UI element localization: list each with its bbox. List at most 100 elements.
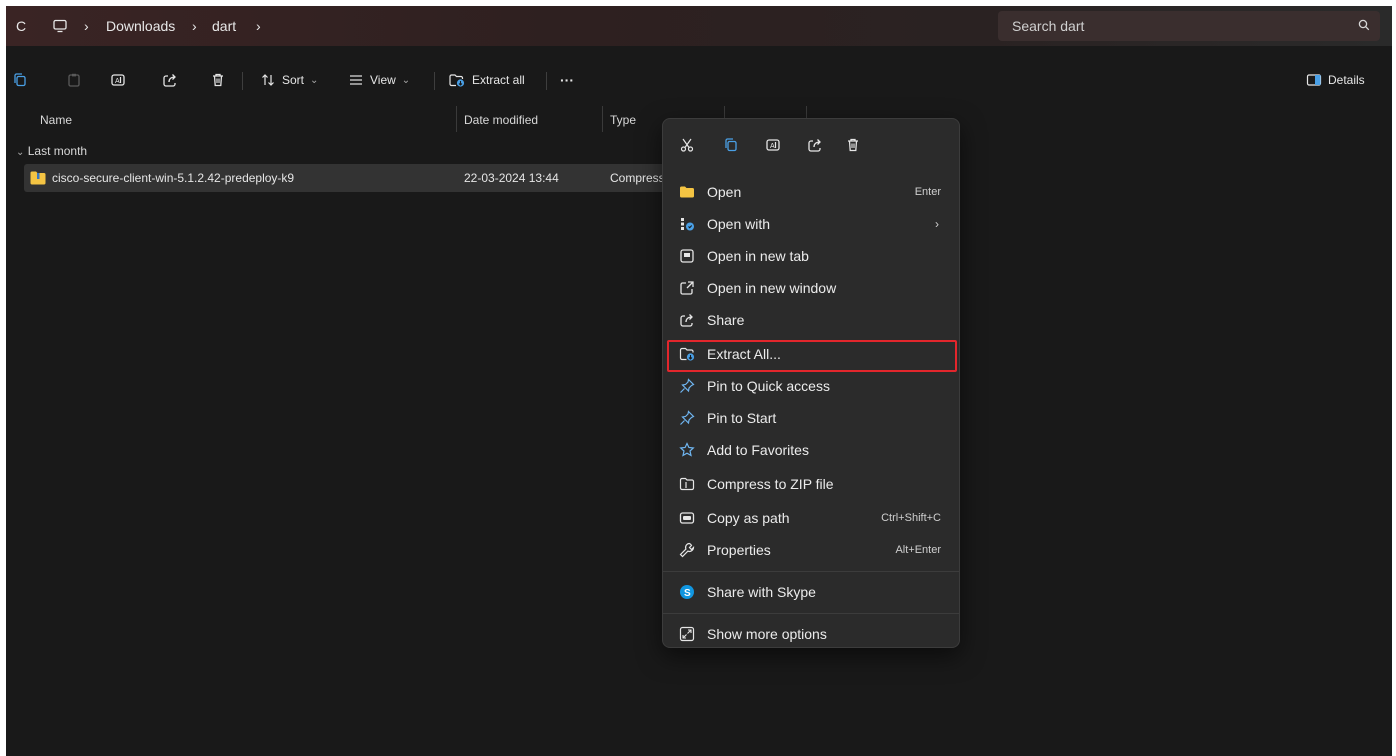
share-icon [807,137,823,153]
breadcrumb-dart[interactable]: dart [212,6,236,46]
svg-text:A: A [770,143,775,150]
svg-text:S: S [684,588,691,599]
chevron-down-icon: ⌄ [16,147,25,158]
copy-icon [12,72,28,88]
chevron-down-icon: ⌄ [401,74,411,86]
search-icon [1358,19,1370,31]
trash-icon [845,137,861,153]
toolbar-divider [546,72,547,90]
shortcut-label: Alt+Enter [895,544,941,556]
paste-icon [66,72,82,88]
menu-item-pin-to-quick-access[interactable]: Pin to Quick access [669,371,953,401]
open-with-icon [679,216,695,232]
share-button[interactable] [803,133,827,157]
shortcut-label: Ctrl+Shift+C [881,512,941,524]
monitor-icon [52,18,68,34]
menu-item-share-with-skype[interactable]: S Share with Skype [669,577,953,607]
menu-item-label: Show more options [707,626,827,642]
column-date-modified[interactable]: Date modified [464,106,538,132]
copy-button[interactable] [719,133,743,157]
refresh-icon: C [16,18,27,34]
breadcrumb-downloads[interactable]: Downloads [106,6,175,46]
menu-item-copy-as-path[interactable]: Copy as path Ctrl+Shift+C [669,503,953,533]
menu-item-add-to-favorites[interactable]: Add to Favorites [669,435,953,465]
view-label: View [370,73,396,87]
menu-item-label: Compress to ZIP file [707,476,834,492]
menu-item-label: Open in new window [707,280,837,296]
details-button[interactable]: Details [1306,62,1365,98]
paste-button[interactable] [66,62,82,98]
highlight-box [667,340,957,372]
menu-divider [663,613,959,614]
chevron-right-icon[interactable]: › [256,6,261,46]
copy-path-icon [679,510,695,526]
column-type[interactable]: Type [610,106,636,132]
column-name[interactable]: Name [40,106,72,132]
menu-item-share[interactable]: Share [669,305,953,335]
group-label: Last month [27,144,88,158]
menu-item-label: Add to Favorites [707,442,809,458]
column-divider[interactable] [602,106,603,132]
trash-icon [210,72,226,88]
search-input[interactable]: Search dart [998,11,1380,41]
command-bar: A Sort ⌄ View ⌄ Extract all ··· Details [6,62,1392,98]
search-placeholder: Search dart [1012,18,1085,34]
view-icon [348,72,364,88]
extract-icon [448,72,466,88]
star-icon [679,442,695,458]
share-icon [679,312,695,328]
rename-button[interactable]: A [110,62,126,98]
pin-icon [679,378,695,394]
delete-button[interactable] [210,62,226,98]
file-type: Compress [610,171,665,185]
menu-item-label: Open in new tab [707,248,809,264]
toolbar-divider [242,72,243,90]
context-menu: A Open Enter Open with › Open in new tab… [662,118,960,648]
menu-item-label: Pin to Quick access [707,378,830,394]
share-icon [162,72,178,88]
menu-item-show-more-options[interactable]: Show more options [669,619,953,649]
menu-item-open-in-new-tab[interactable]: Open in new tab [669,241,953,271]
menu-item-pin-to-start[interactable]: Pin to Start [669,403,953,433]
new-tab-icon [679,248,695,264]
menu-item-label: Open with [707,216,771,232]
wrench-icon [679,542,695,558]
more-options-icon [679,626,695,642]
copy-icon [723,137,739,153]
file-name: cisco-secure-client-win-5.1.2.42-predepl… [52,171,295,185]
delete-button[interactable] [841,133,865,157]
menu-item-open[interactable]: Open Enter [669,177,953,207]
new-window-icon [679,280,695,296]
extract-all-label: Extract all [472,73,525,87]
group-header[interactable]: ⌄ Last month [16,144,87,158]
copy-button[interactable] [12,62,28,98]
menu-divider [663,571,959,572]
folder-icon [679,184,695,200]
menu-item-open-in-new-window[interactable]: Open in new window [669,273,953,303]
menu-item-label: Pin to Start [707,410,777,426]
sort-icon [260,72,276,88]
more-button[interactable]: ··· [560,62,574,98]
this-pc-button[interactable] [52,6,68,46]
rename-button[interactable]: A [761,133,785,157]
zip-folder-icon [30,171,46,185]
svg-text:A: A [115,78,120,85]
menu-item-compress-to-zip[interactable]: Compress to ZIP file [669,469,953,499]
cut-button[interactable] [675,133,699,157]
menu-item-open-with[interactable]: Open with › [669,209,953,239]
toolbar-divider [434,72,435,90]
share-button[interactable] [162,62,178,98]
extract-all-button[interactable]: Extract all [448,62,525,98]
chevron-right-icon: › [192,18,197,34]
refresh-button[interactable]: C [16,6,26,46]
more-icon: ··· [560,72,574,88]
menu-item-properties[interactable]: Properties Alt+Enter [669,535,953,565]
details-pane-icon [1306,72,1322,88]
column-divider[interactable] [456,106,457,132]
menu-item-label: Properties [707,542,771,558]
chevron-down-icon: ⌄ [310,74,319,86]
view-button[interactable]: View ⌄ [348,62,410,98]
file-date: 22-03-2024 13:44 [464,171,559,185]
sort-button[interactable]: Sort ⌄ [260,62,318,98]
chevron-right-icon: › [935,217,939,231]
